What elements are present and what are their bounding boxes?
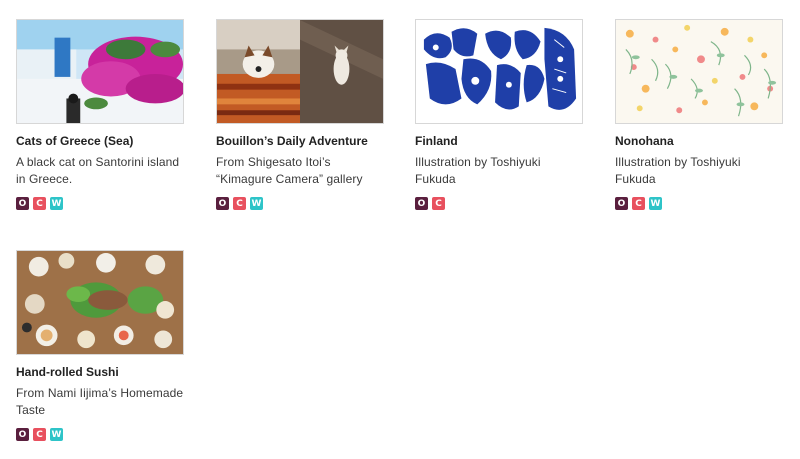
badge-list: O C W [216, 197, 384, 210]
badge-w[interactable]: W [649, 197, 662, 210]
theme-title[interactable]: Nonohana [615, 133, 783, 149]
badge-list: O C W [16, 428, 184, 441]
theme-description: A black cat on Santorini island in Greec… [16, 155, 180, 186]
badge-list: O C [415, 197, 583, 210]
theme-title[interactable]: Hand-rolled Sushi [16, 364, 184, 380]
theme-gallery: Cats of Greece (Sea) A black cat on Sant… [0, 0, 800, 459]
badge-c[interactable]: C [233, 197, 246, 210]
theme-description: Illustration by Toshiyuki Fukuda [615, 155, 741, 186]
theme-description: Illustration by Toshiyuki Fukuda [415, 155, 541, 186]
theme-description: From Shigesato Itoi’s “Kimagure Camera” … [216, 155, 363, 186]
badge-w[interactable]: W [250, 197, 263, 210]
theme-description: From Nami Iijima’s Homemade Taste [16, 386, 184, 417]
theme-card-hand-rolled-sushi[interactable]: Hand-rolled Sushi From Nami Iijima’s Hom… [16, 250, 184, 441]
badge-c[interactable]: C [33, 197, 46, 210]
badge-o[interactable]: O [16, 197, 29, 210]
theme-thumbnail[interactable] [16, 19, 184, 124]
theme-card-bouillon[interactable]: Bouillon’s Daily Adventure From Shigesat… [216, 19, 384, 210]
theme-card-finland[interactable]: Finland Illustration by Toshiyuki Fukuda… [415, 19, 583, 210]
theme-card-cats-of-greece[interactable]: Cats of Greece (Sea) A black cat on Sant… [16, 19, 184, 210]
theme-title[interactable]: Cats of Greece (Sea) [16, 133, 184, 149]
theme-thumbnail[interactable] [415, 19, 583, 124]
badge-list: O C W [615, 197, 783, 210]
badge-c[interactable]: C [632, 197, 645, 210]
badge-o[interactable]: O [216, 197, 229, 210]
theme-thumbnail[interactable] [615, 19, 783, 124]
badge-o[interactable]: O [415, 197, 428, 210]
theme-thumbnail[interactable] [16, 250, 184, 355]
badge-c[interactable]: C [33, 428, 46, 441]
badge-w[interactable]: W [50, 428, 63, 441]
theme-card-nonohana[interactable]: Nonohana Illustration by Toshiyuki Fukud… [615, 19, 783, 210]
badge-list: O C W [16, 197, 184, 210]
badge-c[interactable]: C [432, 197, 445, 210]
badge-o[interactable]: O [16, 428, 29, 441]
theme-thumbnail[interactable] [216, 19, 384, 124]
badge-o[interactable]: O [615, 197, 628, 210]
theme-title[interactable]: Finland [415, 133, 583, 149]
theme-title[interactable]: Bouillon’s Daily Adventure [216, 133, 384, 149]
badge-w[interactable]: W [50, 197, 63, 210]
